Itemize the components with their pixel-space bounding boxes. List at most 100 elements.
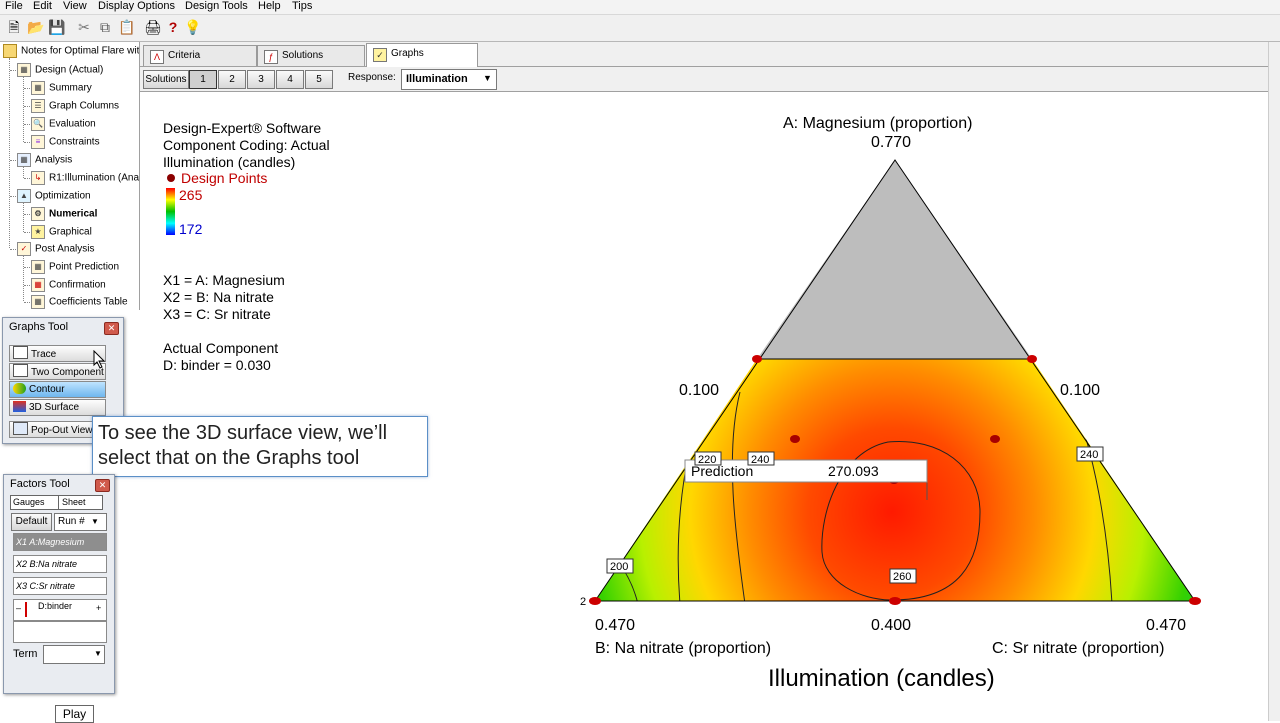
factor-x1-slider[interactable]: X1 A:Magnesium (13, 533, 107, 551)
tree-summary[interactable]: ▦ Summary (24, 81, 92, 95)
design-point[interactable] (752, 355, 762, 363)
design-point[interactable] (790, 435, 800, 443)
menu-view[interactable]: View (63, 0, 87, 13)
tab-solutions-label: Solutions (282, 50, 324, 61)
run-select[interactable]: Run # ▼ (54, 513, 107, 531)
save-icon[interactable]: 💾 (48, 19, 65, 35)
graph-columns-icon: ☰ (31, 99, 45, 113)
tree-point-prediction[interactable]: ▦ Point Prediction (24, 260, 119, 274)
solution-2-button[interactable]: 2 (218, 70, 246, 89)
design-point[interactable] (589, 597, 601, 605)
tree-evaluation-label: Evaluation (49, 118, 96, 130)
trace-button[interactable]: Trace (9, 345, 106, 362)
tree-design[interactable]: ▦ Design (Actual) (10, 63, 103, 77)
tab-criteria[interactable]: Λ Criteria (143, 45, 257, 66)
tree-graphical[interactable]: ★ Graphical (24, 225, 92, 239)
tree-constraints-label: Constraints (49, 136, 100, 148)
tree-numerical[interactable]: ⚙ Numerical (24, 207, 97, 221)
design-point[interactable] (1027, 355, 1037, 363)
menu-display-options[interactable]: Display Options (98, 0, 175, 13)
menu-help[interactable]: Help (258, 0, 281, 13)
vertical-scrollbar[interactable] (1268, 42, 1280, 721)
tree-analysis[interactable]: ▦ Analysis (10, 153, 72, 167)
menu-edit[interactable]: Edit (33, 0, 52, 13)
solutions-label-button[interactable]: Solutions (143, 70, 189, 89)
factor-x3-code: X3 (16, 581, 28, 591)
tree-analysis-label: Analysis (35, 154, 73, 166)
menu-file[interactable]: File (5, 0, 23, 13)
summary-icon: ▦ (31, 81, 45, 95)
factors-tool-title: Factors Tool (10, 478, 70, 490)
print-icon[interactable]: 🖨 (144, 19, 162, 35)
close-icon[interactable]: ✕ (104, 322, 119, 335)
open-folder-icon[interactable]: 📂 (27, 19, 44, 35)
close-icon[interactable]: ✕ (95, 479, 110, 492)
tree-graph-columns[interactable]: ☰ Graph Columns (24, 99, 119, 113)
help-icon[interactable]: ? (165, 19, 181, 35)
response-label: Response: (348, 72, 396, 83)
post-analysis-icon: ✓ (17, 242, 31, 256)
tab-bar: Λ Criteria ƒ Solutions ✓ Graphs (140, 42, 1280, 67)
design-point[interactable] (889, 597, 901, 605)
default-button[interactable]: Default (11, 513, 52, 531)
tree-root[interactable]: Notes for Optimal Flare wit (3, 44, 139, 58)
tree-optimization[interactable]: ▲ Optimization (10, 189, 91, 203)
tree-numerical-label: Numerical (49, 208, 98, 220)
solution-4-button[interactable]: 4 (276, 70, 304, 89)
evaluation-icon: 🔍 (31, 117, 45, 131)
tree-confirmation[interactable]: ▦ Confirmation (24, 278, 106, 292)
tree-evaluation[interactable]: 🔍 Evaluation (24, 117, 96, 131)
binder-slider-handle[interactable] (25, 602, 27, 617)
design-point[interactable] (1189, 597, 1201, 605)
mouse-pointer-icon (93, 350, 106, 369)
graph-pane: Design-Expert® Software Component Coding… (140, 92, 1280, 721)
design-point[interactable] (990, 435, 1000, 443)
cut-icon[interactable]: ✂ (76, 19, 92, 35)
plus-icon[interactable]: + (96, 600, 101, 616)
ternary-contour-plot[interactable]: Prediction 270.093 220 240 240 200 260 2… (140, 92, 1268, 721)
solution-5-button[interactable]: 5 (305, 70, 333, 89)
menu-bar: File Edit View Display Options Design To… (0, 0, 1280, 15)
tree-r1-illumination[interactable]: ↳ R1:Illumination (Anal (24, 171, 139, 185)
tree-optimization-label: Optimization (35, 190, 91, 202)
copy-icon[interactable]: ⧉ (97, 19, 113, 35)
menu-tips[interactable]: Tips (292, 0, 312, 13)
tab-solutions[interactable]: ƒ Solutions (257, 45, 365, 66)
term-label: Term (13, 648, 38, 660)
response-select[interactable]: Illumination ▼ (401, 69, 497, 90)
axis-c-corner-value: 0.470 (1146, 617, 1186, 634)
factor-value-box[interactable] (13, 621, 107, 643)
paste-icon[interactable]: 📋 (118, 19, 135, 35)
bottom-mid-value: 0.400 (871, 617, 911, 634)
new-file-icon[interactable]: 🗎 (6, 19, 22, 35)
gauges-tab[interactable]: Gauges (10, 495, 60, 510)
minus-icon[interactable]: – (16, 600, 21, 616)
binder-slider[interactable]: – D:binder + (13, 599, 107, 621)
two-component-button[interactable]: Two Component (9, 363, 106, 380)
contour-label: 240 (1080, 449, 1098, 461)
tree-post-analysis[interactable]: ✓ Post Analysis (10, 242, 94, 256)
menu-design-tools[interactable]: Design Tools (185, 0, 248, 13)
axis-b-title: B: Na nitrate (proportion) (595, 640, 771, 657)
play-button[interactable]: Play (55, 705, 94, 723)
contour-button[interactable]: Contour (9, 381, 106, 398)
solution-3-button[interactable]: 3 (247, 70, 275, 89)
3d-surface-button[interactable]: 3D Surface (9, 399, 106, 416)
solution-1-button[interactable]: 1 (189, 70, 217, 89)
tree-point-prediction-label: Point Prediction (49, 261, 120, 273)
tree-coefficients-table[interactable]: ▦ Coefficients Table (24, 295, 128, 309)
tip-bulb-icon[interactable]: 💡 (184, 19, 201, 35)
tree-constraints[interactable]: ≡ Constraints (24, 135, 100, 149)
factor-x2-slider[interactable]: X2 B:Na nitrate (13, 555, 107, 573)
trace-icon (13, 346, 28, 359)
tab-graphs[interactable]: ✓ Graphs (366, 43, 478, 67)
contour-label: 240 (751, 454, 769, 466)
term-select[interactable]: ▼ (43, 645, 105, 664)
constraints-icon: ≡ (31, 135, 45, 149)
sheet-tab[interactable]: Sheet (58, 495, 103, 510)
tree-graphical-label: Graphical (49, 226, 92, 238)
contour-label: 200 (610, 561, 628, 573)
graphs-icon: ✓ (373, 48, 387, 62)
factor-x3-slider[interactable]: X3 C:Sr nitrate (13, 577, 107, 595)
optimization-icon: ▲ (17, 189, 31, 203)
